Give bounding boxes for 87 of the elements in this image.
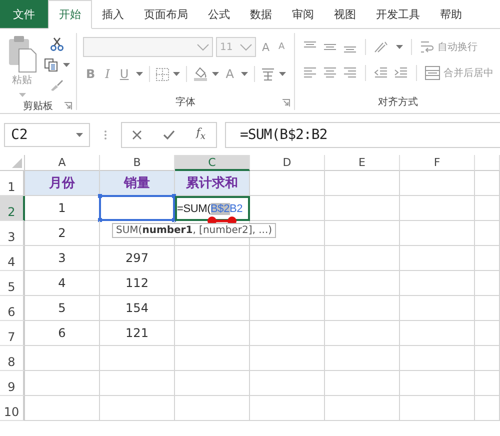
corner-icon xyxy=(12,158,22,168)
row-header[interactable]: 7 xyxy=(0,321,25,346)
caret-icon[interactable] xyxy=(240,72,248,76)
caret-icon[interactable] xyxy=(278,72,286,76)
row-header[interactable]: 8 xyxy=(0,346,25,371)
caret-icon[interactable] xyxy=(172,72,180,76)
table-cell: 154 xyxy=(100,296,175,321)
caret-icon[interactable] xyxy=(63,63,70,67)
ribbon-tab[interactable]: 文件 xyxy=(0,0,48,28)
name-box[interactable]: C2 xyxy=(4,122,90,146)
table-cell: 销量 xyxy=(100,171,175,196)
font-name-field[interactable] xyxy=(83,37,213,57)
row-header[interactable]: 6 xyxy=(0,296,25,321)
table-cell: 5 xyxy=(25,296,100,321)
formula-field[interactable]: =SUM(B$2:B2 xyxy=(225,122,500,148)
caret-icon[interactable] xyxy=(136,72,143,76)
row-header[interactable]: 3 xyxy=(0,221,25,246)
table-cell: 月份 xyxy=(25,171,100,196)
column-header[interactable]: F xyxy=(400,155,475,171)
borders-icon[interactable] xyxy=(156,68,169,80)
column-header[interactable]: E xyxy=(325,155,400,171)
chevron-icon xyxy=(240,44,252,50)
align-icon[interactable] xyxy=(342,67,357,79)
table-cell xyxy=(475,346,500,371)
indent-icon[interactable] xyxy=(394,67,408,79)
table-cell xyxy=(475,221,500,246)
table-cell xyxy=(475,246,500,271)
launcher-icon[interactable] xyxy=(282,99,290,107)
table-cell xyxy=(475,321,500,346)
row-header[interactable]: 10 xyxy=(0,396,25,421)
align-icon[interactable] xyxy=(322,67,337,79)
table-cell xyxy=(475,196,500,221)
grip-icon xyxy=(104,130,107,140)
table-cell: 4 xyxy=(25,271,100,296)
table-cell: 297 xyxy=(100,246,175,271)
caret-icon xyxy=(76,132,83,136)
caret-icon xyxy=(18,93,26,97)
chevron-icon xyxy=(197,44,209,50)
ribbon-tab[interactable]: 视图 xyxy=(324,0,366,28)
ribbon-tab[interactable]: 开发工具 xyxy=(366,0,430,28)
ribbon-tab[interactable]: 审阅 xyxy=(282,0,324,28)
launcher-icon[interactable] xyxy=(64,102,72,110)
outdent-icon[interactable] xyxy=(374,67,388,79)
column-header[interactable]: D xyxy=(250,155,325,171)
paste-icon xyxy=(7,35,37,73)
table-cell: 3 xyxy=(25,246,100,271)
table-cell xyxy=(475,371,500,396)
table-cell xyxy=(475,271,500,296)
table-cell: 121 xyxy=(100,321,175,346)
table-cell: 2 xyxy=(25,221,100,246)
check-icon[interactable] xyxy=(163,130,176,140)
caret-icon[interactable] xyxy=(396,45,403,49)
merge-icon xyxy=(424,66,440,80)
wrap-icon xyxy=(420,40,434,54)
column-header[interactable]: C xyxy=(175,155,250,171)
cancel-icon[interactable] xyxy=(132,130,142,140)
row-header[interactable]: 4 xyxy=(0,246,25,271)
ribbon-tab[interactable]: 页面布局 xyxy=(134,0,198,28)
insert-function-button[interactable]: f$_{x}$ xyxy=(196,126,206,143)
ribbon-tab[interactable]: 数据 xyxy=(240,0,282,28)
table-cell: 6 xyxy=(25,321,100,346)
ribbon-tab[interactable]: 公式 xyxy=(198,0,240,28)
ribbon-tab[interactable]: 帮助 xyxy=(430,0,472,28)
copy-icon[interactable] xyxy=(44,58,60,72)
font-size-value: 11 xyxy=(220,42,233,52)
cell-formula: =SUM(B$2B2 xyxy=(177,202,243,214)
align-icon[interactable] xyxy=(322,41,337,53)
table-cell: 累计求和 xyxy=(175,171,250,196)
ribbon-tab[interactable]: 插入 xyxy=(92,0,134,28)
ribbon-tab[interactable]: 开始 xyxy=(48,0,92,29)
table-cell xyxy=(475,396,500,421)
group-label: 对齐方式 xyxy=(378,96,418,109)
row-header[interactable]: 9 xyxy=(0,371,25,396)
table-cell xyxy=(475,171,500,196)
row-header[interactable]: 5 xyxy=(0,271,25,296)
table-cell xyxy=(475,296,500,321)
group-label: 剪贴板 xyxy=(23,100,53,113)
fill-color-icon[interactable] xyxy=(192,67,208,81)
table-cell: 112 xyxy=(100,271,175,296)
orientation-icon[interactable] xyxy=(374,41,390,53)
align-icon[interactable] xyxy=(302,67,317,79)
group-label: 字体 xyxy=(175,96,196,109)
caret-icon[interactable] xyxy=(212,72,219,76)
select-all-button[interactable] xyxy=(0,155,25,171)
function-tooltip: SUM(number1, [number2], ...) xyxy=(112,223,276,238)
column-header xyxy=(475,155,500,171)
row-header[interactable]: 2 xyxy=(0,196,25,221)
